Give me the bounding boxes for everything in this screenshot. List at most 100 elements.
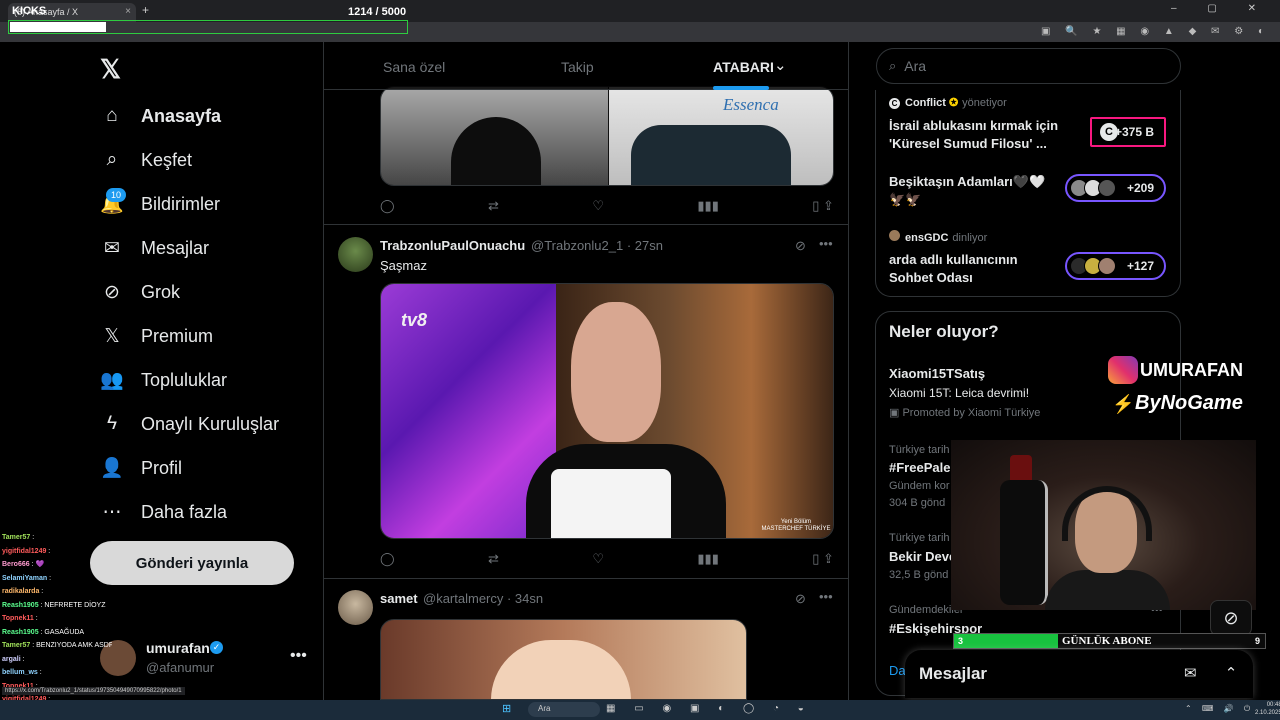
lightning-icon: ϟ xyxy=(106,413,118,434)
trend-count: Gündem kor xyxy=(889,480,950,492)
chat-message: radikalarda : xyxy=(2,588,44,595)
sidebar-item-label: Daha fazla xyxy=(141,501,228,522)
show-more-link[interactable]: Da xyxy=(889,663,906,678)
communities-icon: 👥 xyxy=(100,370,124,391)
post-author-handle[interactable]: @kartalmercy · 34sn xyxy=(423,591,543,606)
start-icon[interactable]: ⊞ xyxy=(502,702,514,715)
chat-message: SelamiYaman : xyxy=(2,574,52,582)
window-controls[interactable]: – ▢ ✕ xyxy=(1171,3,1270,14)
trend-item-promoted[interactable]: Xiaomi15TSatış xyxy=(889,366,985,381)
grok-explain-icon[interactable]: ⊘ xyxy=(795,238,806,254)
like-icon[interactable]: ♡ xyxy=(592,198,604,214)
profile-handle[interactable]: @afanumur xyxy=(146,660,214,675)
reply-icon[interactable]: ◯ xyxy=(380,551,395,567)
post-more-icon[interactable]: ••• xyxy=(819,236,833,251)
bookmark-share-icons[interactable]: ▯ ⇪ xyxy=(812,198,834,214)
mail-icon: ✉ xyxy=(104,237,120,259)
trend-item[interactable]: Bekir Deve xyxy=(889,549,956,564)
webcam-lamp xyxy=(1010,455,1032,481)
trend-item[interactable]: #FreePale xyxy=(889,460,950,475)
post-divider xyxy=(324,578,848,579)
new-tab-button[interactable]: + xyxy=(142,3,149,17)
repost-icon[interactable]: ⇄ xyxy=(488,551,499,567)
space-host[interactable]: C Conflict ✪ yönetiyor xyxy=(889,96,1007,109)
trend-meta: Türkiye tarih xyxy=(889,444,950,456)
search-input[interactable]: ⌕ Ara xyxy=(876,48,1181,84)
repost-icon[interactable]: ⇄ xyxy=(488,198,499,214)
post-button[interactable]: Gönderi yayınla xyxy=(90,541,294,585)
sidebar-item-label: Premium xyxy=(141,325,214,346)
post-media-image[interactable]: tv8 Yeni Bölüm MASTERCHEF TÜRKİYE xyxy=(380,283,834,539)
avatar[interactable] xyxy=(338,237,373,272)
active-tab-indicator xyxy=(713,86,769,90)
extension-icons[interactable]: ▣ 🔍 ★ ▦ ◉ ▲ ◆ ✉ ⚙ ◐ xyxy=(1041,26,1270,37)
kicks-label: KICKS xyxy=(12,5,47,17)
views-icon[interactable]: ▮▮▮ xyxy=(697,198,718,214)
bynogame-logo: ByNoGame xyxy=(1135,392,1243,414)
sidebar-item-search[interactable]: ⌕ Keşfet xyxy=(100,145,192,175)
taskbar-app-icons[interactable]: ▦ ▭ ◉ ▣ ◐ ◯ ◔ ◒ xyxy=(606,703,812,714)
space-title[interactable]: Beşiktaşın Adamları🖤🤍🦅🦅 xyxy=(889,173,1054,209)
promoted-label: ▣ Promoted by Xiaomi Türkiye xyxy=(889,407,1041,419)
space-host[interactable]: ensGDC dinliyor xyxy=(889,230,987,244)
taskbar-clock[interactable]: 00:48 2.10.2025 xyxy=(1255,701,1280,717)
sidebar-item-mail[interactable]: ✉ Mesajlar xyxy=(100,233,209,263)
more-circle-icon: ⋯ xyxy=(102,501,122,523)
close-tab-icon[interactable]: × xyxy=(125,6,131,17)
system-tray-icons[interactable]: ⌃ ⌨ 🔊 ⏻ xyxy=(1185,704,1254,714)
space-title[interactable]: arda adlı kullanıcının Sohbet Odası xyxy=(889,251,1054,287)
chat-message: Topnek11 : xyxy=(2,615,38,622)
new-message-and-expand-icons[interactable]: ✉ ⌃ xyxy=(1184,664,1249,682)
avatar xyxy=(1098,179,1116,197)
messages-drawer-title[interactable]: Mesajlar xyxy=(919,664,987,684)
post-author-name[interactable]: TrabzonluPaulOnuachu xyxy=(380,238,525,253)
daily-sub-goal-fill xyxy=(954,634,1058,648)
sidebar-item-label: Bildirimler xyxy=(141,193,221,214)
chevron-down-icon[interactable]: ⌄ xyxy=(774,56,787,74)
grok-icon: ⊘ xyxy=(104,281,120,303)
trend-count: 304 B gönd xyxy=(889,497,946,509)
trend-count: 32,5 B gönd xyxy=(889,569,949,581)
bookmark-share-icons[interactable]: ▯ ⇪ xyxy=(812,551,834,567)
sidebar-item-person[interactable]: 👤 Profil xyxy=(100,453,182,483)
browser-tabbar xyxy=(0,0,1280,22)
trends-title: Neler oluyor? xyxy=(889,322,999,341)
tab-following[interactable]: Takip xyxy=(561,59,594,75)
trend-meta: Türkiye tarih xyxy=(889,532,950,544)
grok-floating-icon[interactable]: ⊘ xyxy=(1210,600,1252,636)
space-title[interactable]: İsrail ablukasını kırmak için 'Küresel S… xyxy=(889,117,1079,153)
avatar[interactable] xyxy=(338,590,373,625)
taskbar-search[interactable]: Ara xyxy=(528,702,600,717)
profile-name[interactable]: umurafan xyxy=(146,640,210,656)
kicks-count: 1214 / 5000 xyxy=(348,6,407,18)
post-actions: ◯ ⇄ ♡ ▮▮▮ ▯ ⇪ xyxy=(380,198,834,214)
sidebar-item-label: Profil xyxy=(141,457,183,478)
views-icon[interactable]: ▮▮▮ xyxy=(697,551,718,567)
show-logo: Yeni Bölüm MASTERCHEF TÜRKİYE xyxy=(761,519,831,532)
sidebar-item-more-circle[interactable]: ⋯ Daha fazla xyxy=(100,497,228,527)
tab-for-you[interactable]: Sana özel xyxy=(383,59,445,75)
sidebar-item-communities[interactable]: 👥 Topluluklar xyxy=(100,365,227,395)
sidebar-item-home[interactable]: ⌂ Anasayfa xyxy=(100,101,221,131)
post-author-handle[interactable]: @Trabzonlu2_1 · 27sn xyxy=(531,238,663,253)
x-logo-icon[interactable]: 𝕏 xyxy=(100,54,121,85)
x-premium-icon: 𝕏 xyxy=(104,325,120,347)
post-more-icon[interactable]: ••• xyxy=(819,589,833,604)
person-icon: 👤 xyxy=(100,458,124,479)
post-media-image[interactable] xyxy=(380,619,747,700)
sidebar-item-x-premium[interactable]: 𝕏 Premium xyxy=(100,321,213,351)
search-placeholder: Ara xyxy=(904,58,927,74)
tab-atabari[interactable]: ATABARI xyxy=(713,59,774,75)
sidebar-item-grok[interactable]: ⊘ Grok xyxy=(100,277,180,307)
post-author-name[interactable]: samet xyxy=(380,591,418,606)
like-icon[interactable]: ♡ xyxy=(592,551,604,567)
daily-sub-label: GÜNLÜK ABONE xyxy=(1062,635,1152,647)
instagram-icon xyxy=(1108,356,1138,384)
reply-icon[interactable]: ◯ xyxy=(380,198,395,214)
account-more-icon[interactable]: ••• xyxy=(290,647,307,665)
instagram-handle: UMURAFAN xyxy=(1140,360,1243,380)
grok-explain-icon[interactable]: ⊘ xyxy=(795,591,806,607)
sidebar-item-lightning[interactable]: ϟ Onaylı Kuruluşlar xyxy=(100,409,279,439)
space-join-pill[interactable]: C +375 B xyxy=(1090,117,1166,147)
previous-post-media[interactable]: Essenca xyxy=(380,86,834,186)
